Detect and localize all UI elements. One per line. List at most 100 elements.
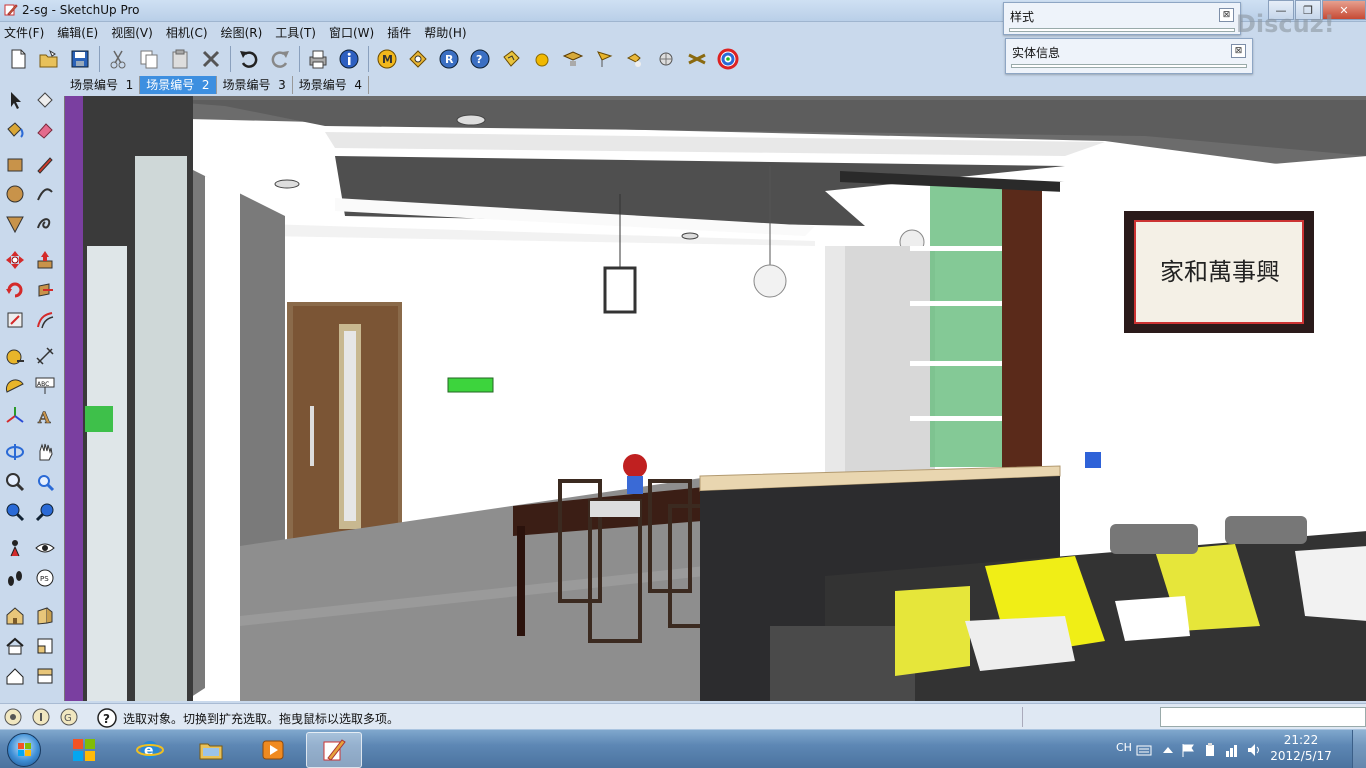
eraser-icon[interactable] bbox=[32, 117, 58, 143]
previous-view-icon[interactable] bbox=[2, 499, 28, 525]
measurements-box[interactable] bbox=[1160, 707, 1366, 727]
menu-help[interactable]: 帮助(H) bbox=[424, 24, 466, 41]
house-icon[interactable] bbox=[2, 633, 28, 659]
print-icon[interactable] bbox=[304, 45, 332, 73]
taskbar-app-internet-explorer[interactable]: e bbox=[122, 732, 178, 768]
close-icon[interactable]: ⊠ bbox=[1219, 8, 1234, 22]
instructor-help-icon[interactable]: ? bbox=[97, 708, 117, 728]
show-desktop-button[interactable] bbox=[1352, 730, 1366, 768]
tape-measure-icon[interactable] bbox=[2, 343, 28, 369]
rectangle-icon[interactable] bbox=[2, 151, 28, 177]
scale-icon[interactable] bbox=[2, 307, 28, 333]
new-file-icon[interactable] bbox=[4, 45, 32, 73]
plugin-m-icon[interactable]: M bbox=[373, 45, 401, 73]
language-indicator[interactable]: CH bbox=[1116, 741, 1132, 754]
scene-tab-4[interactable]: 场景编号 4 bbox=[293, 76, 370, 94]
taskbar-app-sketchup[interactable] bbox=[306, 732, 362, 768]
svg-text:ABC: ABC bbox=[37, 381, 49, 388]
rotate-icon[interactable] bbox=[2, 277, 28, 303]
circle-icon[interactable] bbox=[2, 181, 28, 207]
tray-expand-icon[interactable] bbox=[1160, 742, 1176, 758]
menu-draw[interactable]: 绘图(R) bbox=[221, 24, 263, 41]
keyboard-icon[interactable] bbox=[1136, 742, 1152, 758]
save-icon[interactable] bbox=[66, 45, 94, 73]
next-view-icon[interactable] bbox=[32, 499, 58, 525]
menu-window[interactable]: 窗口(W) bbox=[329, 24, 374, 41]
entity-info-panel[interactable]: 实体信息 ⊠ bbox=[1005, 38, 1253, 74]
section-plane-icon[interactable]: PS bbox=[32, 565, 58, 591]
menu-file[interactable]: 文件(F) bbox=[4, 24, 44, 41]
scene-tab-2[interactable]: 场景编号 2 bbox=[140, 76, 217, 94]
plugin-ball-icon[interactable] bbox=[652, 45, 680, 73]
polygon-icon[interactable] bbox=[2, 211, 28, 237]
plugin-tag2-icon[interactable] bbox=[497, 45, 525, 73]
front-view-icon[interactable] bbox=[32, 633, 58, 659]
scene-tab-1[interactable]: 场景编号 1 bbox=[64, 76, 141, 94]
credits-icon[interactable] bbox=[32, 708, 50, 726]
clock[interactable]: 21:22 2012/5/17 bbox=[1266, 732, 1336, 764]
cut-icon[interactable] bbox=[104, 45, 132, 73]
plugin-hat-icon[interactable] bbox=[559, 45, 587, 73]
taskbar-app-media-player[interactable] bbox=[245, 732, 301, 768]
text-icon[interactable]: ABC bbox=[32, 373, 58, 399]
plugin-flag-icon[interactable] bbox=[590, 45, 618, 73]
undo-icon[interactable] bbox=[235, 45, 263, 73]
network-icon[interactable] bbox=[1224, 742, 1240, 758]
paint-bucket-icon[interactable] bbox=[2, 117, 28, 143]
select-icon[interactable] bbox=[2, 87, 28, 113]
plugin-swirl-icon[interactable] bbox=[714, 45, 742, 73]
close-icon[interactable]: ⊠ bbox=[1231, 44, 1246, 58]
drawing-viewport[interactable]: 家和萬事興 bbox=[64, 96, 1366, 701]
menu-edit[interactable]: 编辑(E) bbox=[57, 24, 98, 41]
sphere-icon[interactable] bbox=[528, 45, 556, 73]
arc-icon[interactable] bbox=[32, 181, 58, 207]
redo-icon[interactable] bbox=[266, 45, 294, 73]
share-model-icon[interactable] bbox=[32, 603, 58, 629]
style-panel[interactable]: 样式 ⊠ bbox=[1003, 2, 1241, 35]
position-camera-icon[interactable] bbox=[2, 535, 28, 561]
walk-icon[interactable] bbox=[2, 565, 28, 591]
plugin-hand-icon[interactable] bbox=[621, 45, 649, 73]
taskbar-app-media-center[interactable] bbox=[56, 732, 112, 768]
open-folder-icon[interactable] bbox=[35, 45, 63, 73]
axes-icon[interactable] bbox=[2, 403, 28, 429]
plugin-tag-icon[interactable] bbox=[404, 45, 432, 73]
pencil-icon[interactable] bbox=[32, 151, 58, 177]
menu-camera[interactable]: 相机(C) bbox=[166, 24, 208, 41]
start-button[interactable] bbox=[7, 733, 41, 767]
follow-me-icon[interactable] bbox=[32, 277, 58, 303]
taskbar-app-explorer[interactable] bbox=[183, 732, 239, 768]
safely-remove-hardware-icon[interactable] bbox=[1202, 742, 1218, 758]
warehouse-icon[interactable] bbox=[2, 603, 28, 629]
pan-icon[interactable] bbox=[32, 439, 58, 465]
plugin-cross-icon[interactable] bbox=[683, 45, 711, 73]
3d-text-icon[interactable]: A bbox=[32, 403, 58, 429]
scene-tab-3[interactable]: 场景编号 3 bbox=[217, 76, 293, 94]
plugin-r-icon[interactable]: R bbox=[435, 45, 463, 73]
copy-icon[interactable] bbox=[135, 45, 163, 73]
zoom-window-icon[interactable] bbox=[32, 469, 58, 495]
delete-icon[interactable] bbox=[197, 45, 225, 73]
menu-tools[interactable]: 工具(T) bbox=[275, 24, 316, 41]
move-icon[interactable] bbox=[2, 247, 28, 273]
make-component-icon[interactable] bbox=[32, 87, 58, 113]
offset-icon[interactable] bbox=[32, 307, 58, 333]
orbit-icon[interactable] bbox=[2, 439, 28, 465]
paste-icon[interactable] bbox=[166, 45, 194, 73]
menu-view[interactable]: 视图(V) bbox=[111, 24, 153, 41]
model-info-icon[interactable] bbox=[335, 45, 363, 73]
freehand-icon[interactable] bbox=[32, 211, 58, 237]
geolocation-icon[interactable] bbox=[4, 708, 22, 726]
protractor-icon[interactable] bbox=[2, 373, 28, 399]
side-view-icon[interactable] bbox=[32, 663, 58, 689]
menu-plugins[interactable]: 插件 bbox=[387, 24, 411, 41]
help-icon[interactable]: ? bbox=[466, 45, 494, 73]
look-around-icon[interactable] bbox=[32, 535, 58, 561]
action-center-flag-icon[interactable] bbox=[1180, 742, 1196, 758]
push-pull-icon[interactable] bbox=[32, 247, 58, 273]
volume-icon[interactable] bbox=[1246, 742, 1262, 758]
account-icon[interactable]: G bbox=[60, 708, 78, 726]
zoom-icon[interactable] bbox=[2, 469, 28, 495]
roof-icon[interactable] bbox=[2, 663, 28, 689]
dimension-icon[interactable] bbox=[32, 343, 58, 369]
